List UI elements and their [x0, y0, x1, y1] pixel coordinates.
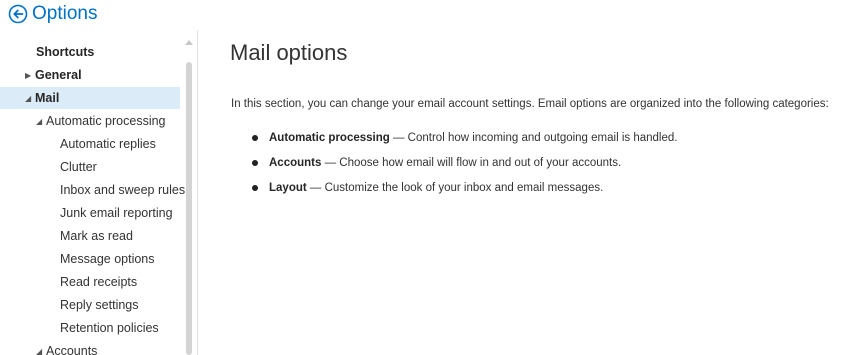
- main-content: Mail options In this section, you can ch…: [230, 38, 860, 194]
- nav-item-label: Inbox and sweep rules: [60, 183, 186, 197]
- nav-item-clutter[interactable]: Clutter: [60, 156, 97, 178]
- category-list: Automatic processing — Control how incom…: [252, 130, 677, 205]
- list-item: Layout — Customize the look of your inbo…: [252, 180, 677, 205]
- nav-item-general[interactable]: ▶ General: [25, 64, 82, 86]
- options-title: Options: [32, 3, 98, 24]
- nav-item-label: Junk email reporting: [60, 206, 173, 220]
- collapse-triangle-icon[interactable]: ◢: [36, 111, 46, 133]
- options-nav: Shortcuts ▶ General ◢ Mail ◢ Automatic proc…: [0, 38, 195, 355]
- nav-item-automatic-replies[interactable]: Automatic replies: [60, 133, 156, 155]
- nav-item-label: Automatic replies: [60, 137, 156, 151]
- nav-item-label: Retention policies: [60, 321, 159, 335]
- nav-item-label: Clutter: [60, 160, 97, 174]
- sidebar-scrollbar[interactable]: [184, 38, 194, 355]
- category-name: Automatic processing: [269, 132, 390, 144]
- nav-item-accounts[interactable]: ◢ Accounts: [36, 340, 97, 355]
- nav-item-reply-settings[interactable]: Reply settings: [60, 294, 139, 316]
- back-arrow-icon: [8, 4, 28, 24]
- collapse-triangle-icon[interactable]: ◢: [36, 341, 46, 355]
- category-description: — Control how incoming and outgoing emai…: [389, 132, 678, 144]
- intro-text: In this section, you can change your ema…: [231, 98, 829, 110]
- nav-item-label: General: [35, 68, 82, 82]
- nav-item-label: Automatic processing: [46, 114, 166, 128]
- pane-divider: [197, 30, 198, 355]
- nav-item-label: Reply settings: [60, 298, 139, 312]
- category-description: — Customize the look of your inbox and e…: [306, 182, 604, 194]
- scrollbar-thumb[interactable]: [186, 62, 192, 355]
- expand-triangle-icon[interactable]: ▶: [25, 65, 35, 87]
- bullet-icon: [252, 185, 258, 191]
- nav-item-inbox-sweep-rules[interactable]: Inbox and sweep rules: [60, 179, 185, 201]
- nav-item-junk-email-reporting[interactable]: Junk email reporting: [60, 202, 173, 224]
- scroll-up-arrow-icon[interactable]: [185, 40, 193, 45]
- nav-item-mark-as-read[interactable]: Mark as read: [60, 225, 133, 247]
- nav-item-read-receipts[interactable]: Read receipts: [60, 271, 137, 293]
- category-name: Accounts: [269, 157, 322, 169]
- nav-item-automatic-processing[interactable]: ◢ Automatic processing: [36, 110, 166, 132]
- bullet-icon: [252, 160, 258, 166]
- back-button[interactable]: Options: [8, 4, 97, 24]
- category-name: Layout: [269, 182, 307, 194]
- nav-item-mail[interactable]: ◢ Mail: [0, 87, 180, 109]
- nav-item-label: Shortcuts: [36, 45, 95, 59]
- list-item: Accounts — Choose how email will flow in…: [252, 155, 677, 180]
- category-description: — Choose how email will flow in and out …: [321, 157, 622, 169]
- nav-item-label: Read receipts: [60, 275, 138, 289]
- nav-item-label: Accounts: [46, 344, 98, 355]
- nav-item-label: Mail: [35, 91, 60, 105]
- nav-item-label: Message options: [60, 252, 155, 266]
- header: Options: [0, 0, 200, 30]
- nav-item-label: Mark as read: [60, 229, 133, 243]
- nav-item-shortcuts[interactable]: Shortcuts: [36, 41, 94, 63]
- bullet-icon: [252, 135, 258, 141]
- nav-item-message-options[interactable]: Message options: [60, 248, 155, 270]
- collapse-triangle-icon[interactable]: ◢: [25, 88, 35, 110]
- page-title: Mail options: [230, 40, 348, 65]
- list-item: Automatic processing — Control how incom…: [252, 130, 677, 155]
- nav-item-retention-policies[interactable]: Retention policies: [60, 317, 159, 339]
